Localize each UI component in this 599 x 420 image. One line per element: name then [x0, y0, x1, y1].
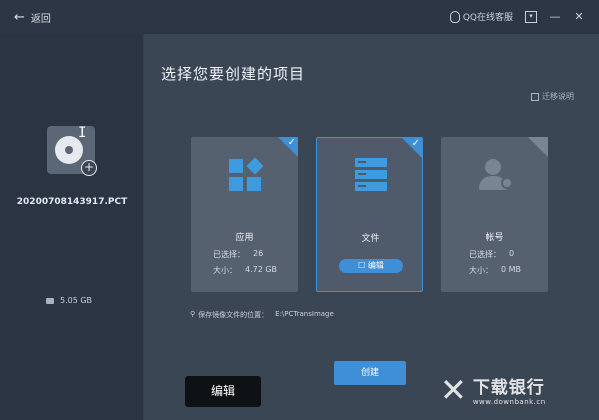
watermark: ✕ 下载银行 www.downbank.cn	[440, 370, 546, 409]
checkmark-icon: ✓	[411, 138, 420, 149]
text-cursor-icon: I	[78, 125, 87, 141]
size-label: 大小：	[469, 266, 493, 275]
save-location-path[interactable]: E:\PCTransImage	[275, 310, 334, 320]
selected-value: 26	[253, 249, 264, 258]
title-bar: ← 返回 QQ在线客服 ▾ — ✕	[0, 0, 599, 34]
save-location-label: 保存镜像文件的位置：	[198, 311, 269, 319]
left-panel: + I 20200708143917.PCT 5.05 GB	[0, 34, 144, 420]
size-value: 0 MB	[501, 265, 522, 274]
card-accounts-selected: 已选择： 0	[469, 249, 514, 260]
disk-size-value: 5.05 GB	[60, 296, 93, 305]
menu-box-icon[interactable]: ▾	[525, 10, 537, 23]
disk-size: 5.05 GB	[46, 296, 92, 305]
qq-icon	[449, 10, 460, 23]
selected-value: 0	[509, 249, 515, 258]
selected-label: 已选择：	[469, 250, 501, 259]
watermark-logo-icon: ✕	[440, 370, 467, 409]
migrate-help-label: 迁移说明	[542, 92, 574, 101]
card-files-label: 文件	[361, 234, 380, 244]
back-button[interactable]: ← 返回	[14, 9, 51, 26]
drive-icon	[46, 297, 54, 304]
card-accounts-size: 大小： 0 MB	[469, 265, 521, 276]
edit-overlay-label: 编辑	[185, 376, 261, 407]
card-accounts-corner	[528, 137, 548, 157]
apps-icon	[227, 157, 264, 193]
minimize-icon[interactable]: —	[549, 11, 561, 23]
create-button[interactable]: 创建	[334, 361, 406, 385]
back-label: 返回	[30, 14, 51, 25]
back-arrow-icon: ←	[14, 9, 25, 25]
image-filename: 20200708143917.PCT	[16, 197, 128, 207]
plus-icon: +	[81, 160, 97, 176]
accounts-icon	[477, 157, 513, 193]
edit-files-label: 编辑	[367, 261, 384, 270]
migrate-help-link[interactable]: 迁移说明	[531, 91, 574, 102]
size-value: 4.72 GB	[245, 265, 278, 274]
edit-icon: ☐	[358, 261, 368, 270]
size-label: 大小：	[213, 266, 237, 275]
image-disk-icon: +	[47, 126, 97, 176]
edit-files-button[interactable]: ☐ 编辑	[339, 259, 403, 273]
qq-support-button[interactable]: QQ在线客服	[449, 10, 513, 23]
title-bar-controls: QQ在线客服 ▾ — ✕	[449, 10, 585, 23]
card-accounts[interactable]: 帐号 已选择： 0 大小： 0 MB	[441, 137, 548, 292]
checkmark-icon: ✓	[287, 137, 296, 148]
card-apps-size: 大小： 4.72 GB	[213, 265, 277, 276]
page-title: 选择您要创建的项目	[161, 65, 306, 83]
main-panel: 选择您要创建的项目 迁移说明 ✓ 应用 已选择： 26 大小： 4.72 GB …	[144, 34, 599, 420]
watermark-title: 下载银行	[472, 378, 545, 398]
card-apps[interactable]: ✓ 应用 已选择： 26 大小： 4.72 GB	[191, 137, 298, 292]
location-pin-icon: ⚲	[190, 310, 196, 318]
help-doc-icon	[531, 92, 539, 101]
files-icon	[353, 158, 389, 194]
qq-support-label: QQ在线客服	[462, 13, 513, 23]
watermark-url: www.downbank.cn	[472, 398, 546, 406]
close-icon[interactable]: ✕	[573, 11, 585, 23]
card-accounts-label: 帐号	[485, 233, 504, 243]
card-apps-label: 应用	[235, 233, 254, 243]
save-location: ⚲ 保存镜像文件的位置： E:\PCTransImage	[190, 310, 334, 320]
card-files[interactable]: ✓ 文件 ☐ 编辑	[316, 137, 423, 292]
selected-label: 已选择：	[213, 250, 245, 259]
card-apps-selected: 已选择： 26	[213, 249, 263, 260]
